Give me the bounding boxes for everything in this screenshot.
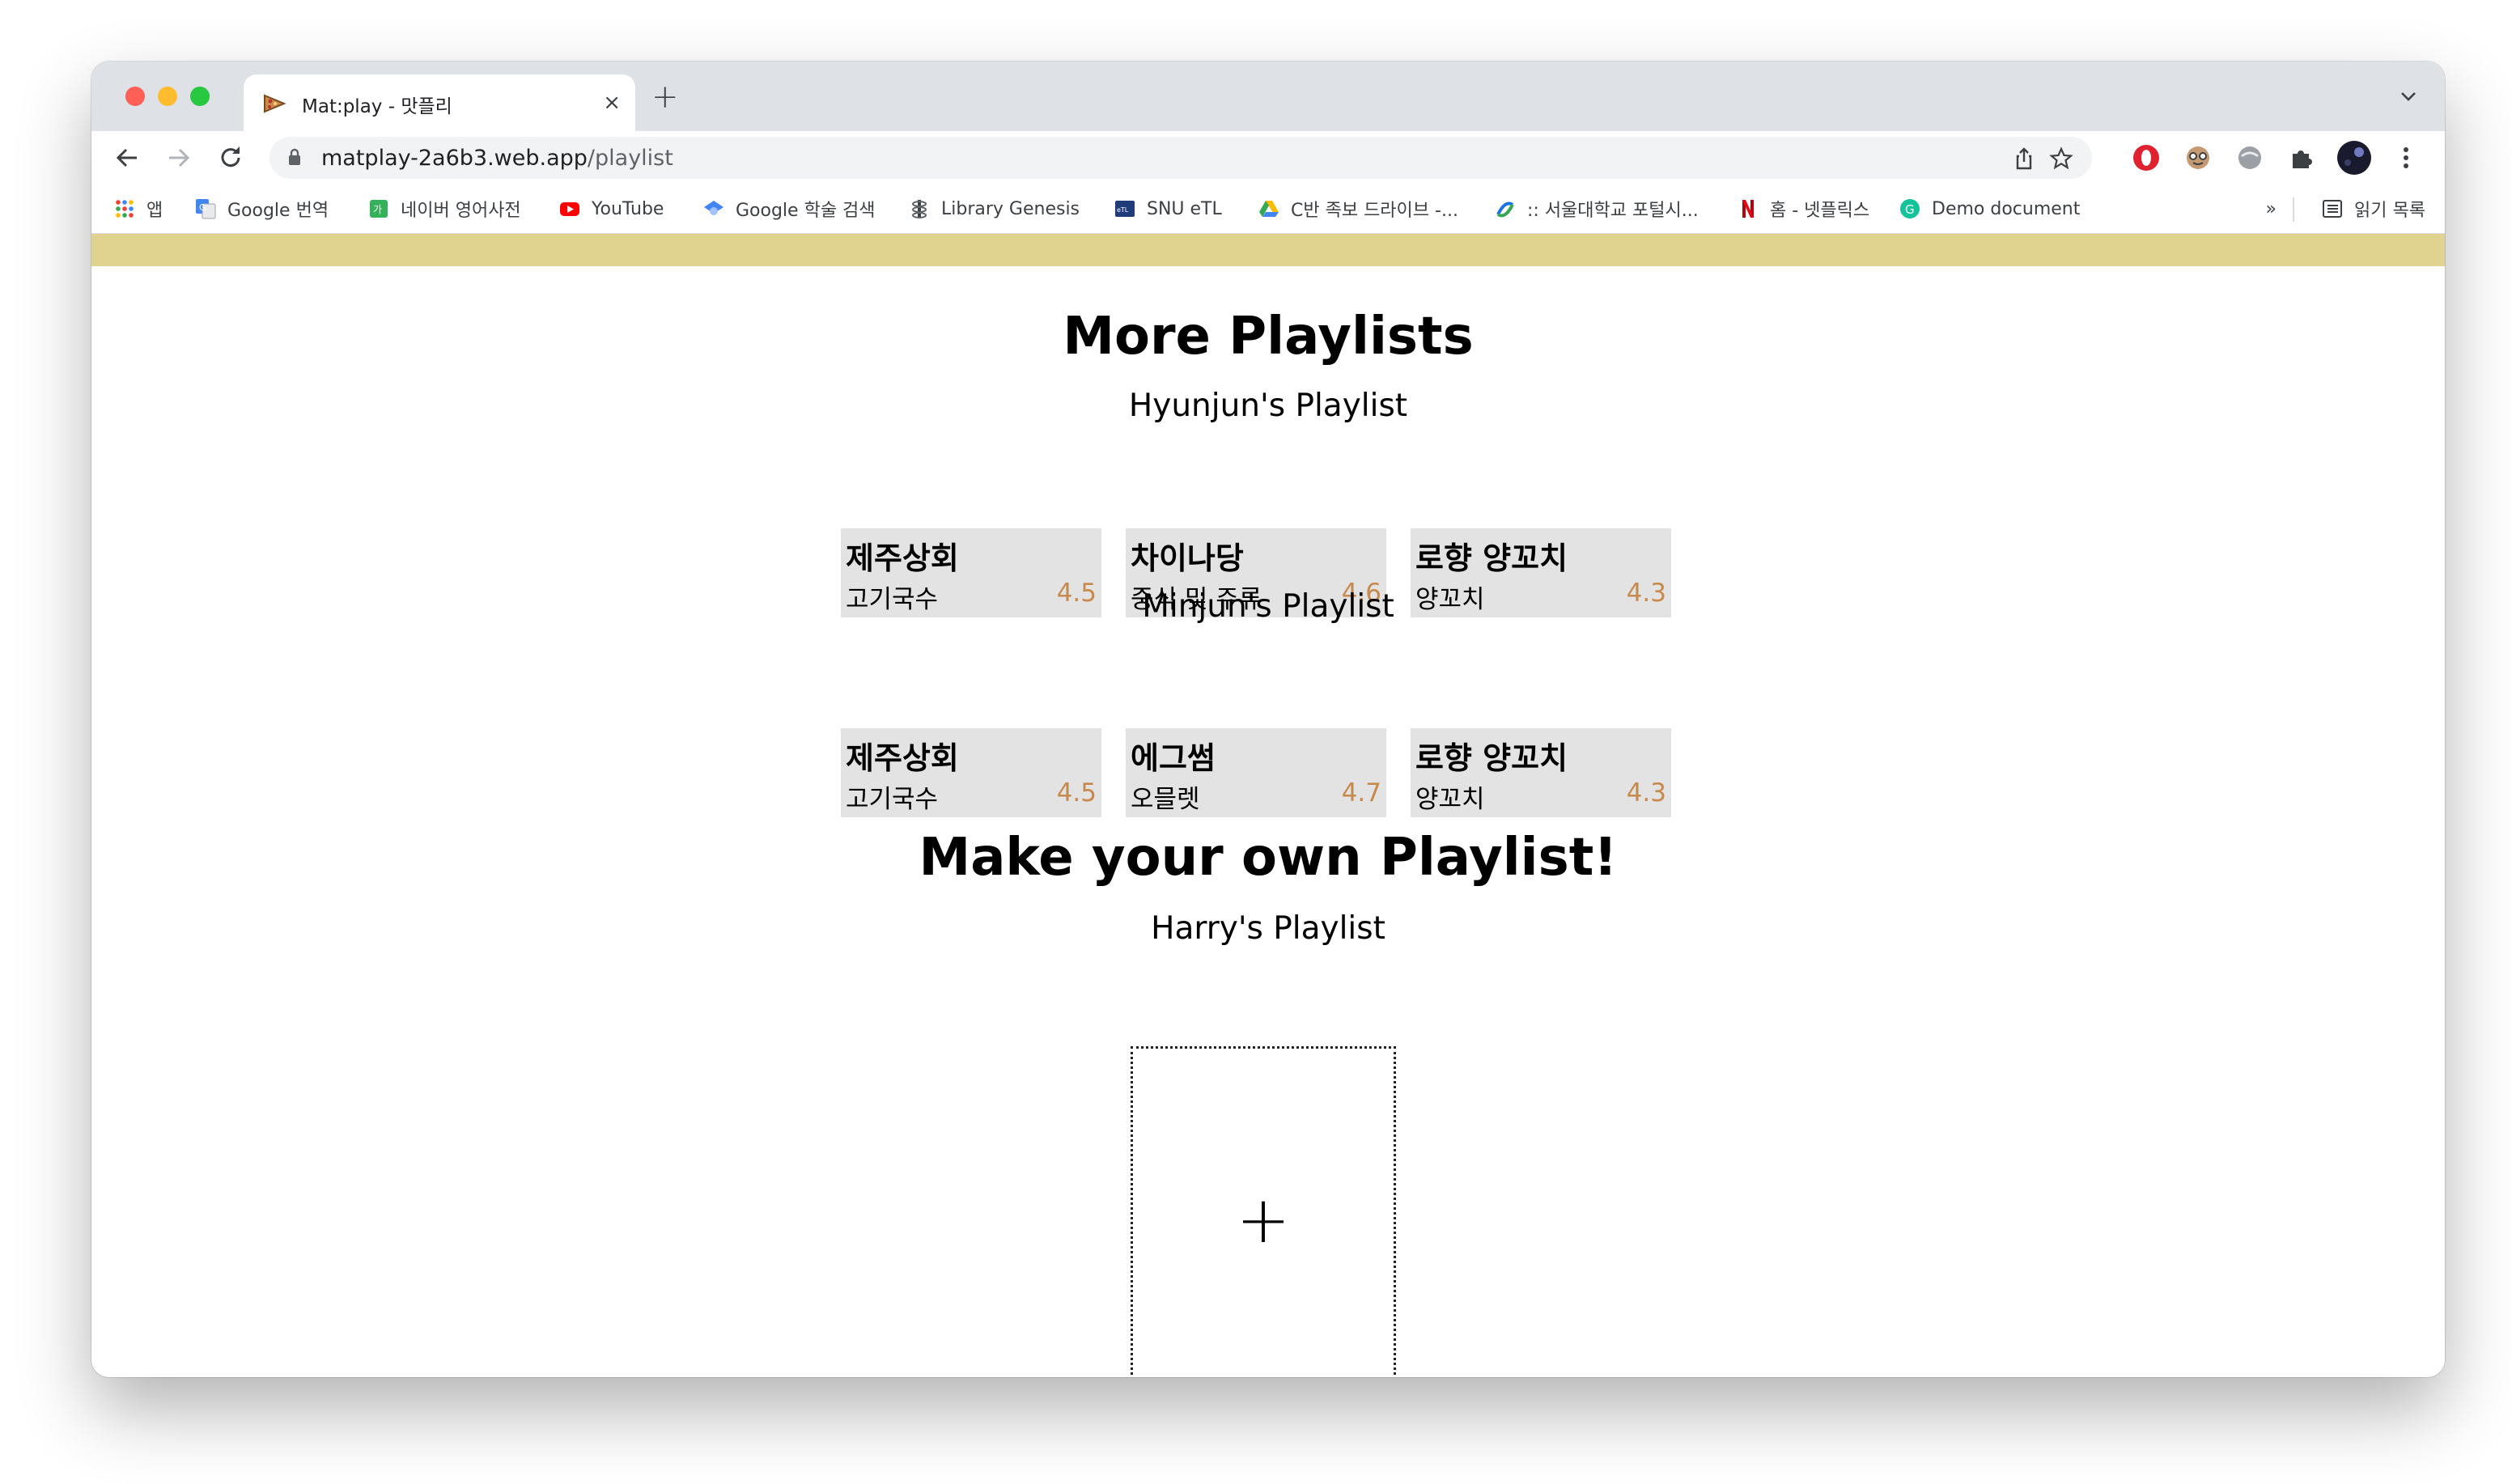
restaurant-rating: 4.5 <box>1056 778 1097 808</box>
restaurant-name: 에그썸 <box>1131 740 1216 776</box>
bookmark-google-translate[interactable]: G Google 번역 <box>195 194 329 223</box>
tab-search-chevron-icon[interactable] <box>2396 84 2421 108</box>
restaurant-name: 로향 양꼬치 <box>1415 740 1568 776</box>
restaurant-rating: 4.7 <box>1341 778 1381 808</box>
share-icon[interactable] <box>2011 146 2037 172</box>
bookmark-snu-etl[interactable]: eTL SNU eTL <box>1114 194 1222 223</box>
url-text[interactable]: matplay-2a6b3.web.app/playlist <box>321 146 673 171</box>
chrome-menu-icon[interactable] <box>2395 142 2417 173</box>
youtube-icon <box>560 202 579 216</box>
bookmark-star-icon[interactable] <box>2048 146 2074 172</box>
browser-window: Mat:play - 맛플리 × + matplay-2a6b3.web.app… <box>91 61 2445 1377</box>
restaurant-card[interactable]: 로향 양꼬치 양꼬치 4.3 <box>1411 728 1671 817</box>
bookmark-apps[interactable]: 앱 <box>114 194 163 223</box>
new-tab-button[interactable]: + <box>651 81 679 113</box>
svg-text:eTL: eTL <box>1117 206 1129 214</box>
reload-icon[interactable] <box>216 143 245 172</box>
restaurant-category: 양꼬치 <box>1415 785 1485 814</box>
bookmark-google-drive[interactable]: C반 족보 드라이브 -... <box>1258 194 1458 223</box>
bookmark-label: Library Genesis <box>941 198 1080 219</box>
naver-dictionary-icon: 가 <box>370 200 388 218</box>
bookmark-label: Google 번역 <box>227 201 329 221</box>
bookmark-label: 앱 <box>146 201 163 221</box>
bookmark-label: YouTube <box>592 198 664 219</box>
bookmark-library-genesis[interactable]: Library Genesis <box>909 194 1080 223</box>
url-host: matplay-2a6b3.web.app <box>321 146 588 171</box>
browser-toolbar: matplay-2a6b3.web.app/playlist <box>91 131 2445 184</box>
bookmark-naver-dictionary[interactable]: 가 네이버 영어사전 <box>368 194 521 223</box>
restaurant-rating: 4.3 <box>1626 778 1666 808</box>
bookmark-label: 홈 - 넷플릭스 <box>1770 201 1870 221</box>
address-bar[interactable]: matplay-2a6b3.web.app/playlist <box>269 137 2092 179</box>
more-playlists-heading: More Playlists <box>1063 307 1474 367</box>
restaurant-card[interactable]: 에그썸 오믈렛 4.7 <box>1126 728 1386 817</box>
bookmark-label: Demo document <box>1932 198 2081 219</box>
top-banner <box>91 234 2445 266</box>
restaurant-category: 고기국수 <box>846 785 939 814</box>
matplay-favicon-icon <box>264 94 286 113</box>
lock-icon[interactable] <box>287 148 302 166</box>
bookmark-google-scholar[interactable]: Google 학술 검색 <box>703 194 876 223</box>
restaurant-card[interactable]: 제주상회 고기국수 4.5 <box>841 728 1101 817</box>
opera-extension-icon[interactable] <box>2131 142 2162 173</box>
plus-icon: + <box>1236 1182 1291 1257</box>
window-maximize-button[interactable] <box>190 87 210 106</box>
bookmark-label: C반 족보 드라이브 -... <box>1291 201 1458 221</box>
face-extension-icon[interactable] <box>2183 142 2213 173</box>
library-genesis-icon <box>912 200 927 218</box>
bookmark-demo-document[interactable]: G Demo document <box>1899 194 2080 223</box>
etl-icon: eTL <box>1115 201 1135 217</box>
grey-extension-icon[interactable] <box>2234 142 2265 173</box>
svg-text:G: G <box>1905 202 1915 217</box>
window-minimize-button[interactable] <box>158 87 177 106</box>
restaurant-name: 제주상회 <box>846 541 959 576</box>
google-scholar-icon <box>704 201 723 215</box>
tab-title: Mat:play - 맛플리 <box>302 96 452 117</box>
restaurant-name: 차이나당 <box>1131 541 1244 576</box>
bookmarks-bar: 앱 G Google 번역 가 네이버 영어사전 YouTube Google … <box>91 184 2445 234</box>
restaurant-name: 로향 양꼬치 <box>1415 541 1568 576</box>
browser-tab-active[interactable]: Mat:play - 맛플리 × <box>244 74 635 131</box>
bookmark-label: Google 학술 검색 <box>736 201 876 221</box>
reading-list-icon <box>2323 200 2343 218</box>
tab-close-icon[interactable]: × <box>603 91 621 115</box>
google-translate-icon: G <box>196 199 216 219</box>
reading-list-button[interactable]: 읽기 목록 <box>2322 194 2425 223</box>
bookmark-label: 네이버 영어사전 <box>401 201 521 221</box>
netflix-icon <box>1742 200 1754 218</box>
own-playlist-title: Harry's Playlist <box>1151 910 1385 947</box>
restaurant-name: 제주상회 <box>846 740 959 776</box>
bookmarks-overflow-button[interactable]: » <box>2266 199 2276 219</box>
restaurant-category: 오믈렛 <box>1131 785 1200 814</box>
puzzle-extensions-icon[interactable] <box>2286 142 2317 173</box>
svg-text:가: 가 <box>373 204 382 215</box>
bookmark-label: SNU eTL <box>1147 198 1222 219</box>
profile-avatar[interactable] <box>2336 140 2372 176</box>
bookmark-label: :: 서울대학교 포털시... <box>1527 201 1699 221</box>
bookmarks-divider <box>2293 197 2294 222</box>
google-drive-icon <box>1259 201 1279 217</box>
make-playlist-heading: Make your own Playlist! <box>919 828 1618 888</box>
snu-portal-icon <box>1496 201 1514 218</box>
playlist-title: Minjun's Playlist <box>1142 588 1394 625</box>
add-restaurant-button[interactable]: + <box>1131 1046 1396 1377</box>
window-close-button[interactable] <box>125 87 145 106</box>
bookmark-snu-portal[interactable]: :: 서울대학교 포털시... <box>1495 194 1699 223</box>
back-arrow-icon[interactable] <box>112 143 142 172</box>
tab-strip: Mat:play - 맛플리 × + <box>91 61 2445 131</box>
forward-arrow-icon[interactable] <box>164 143 193 172</box>
apps-grid-icon <box>116 200 134 218</box>
url-path: /playlist <box>587 146 673 171</box>
bookmark-netflix[interactable]: 홈 - 넷플릭스 <box>1738 194 1869 223</box>
bookmark-youtube[interactable]: YouTube <box>559 194 664 223</box>
playlist-title: Hyunjun's Playlist <box>1128 388 1408 424</box>
svg-text:G: G <box>199 202 206 213</box>
reading-list-label: 읽기 목록 <box>2354 201 2425 221</box>
page-content: More Playlists Hyunjun's Playlist 제주상회 고… <box>91 234 2445 1377</box>
grammarly-icon: G <box>1900 199 1920 218</box>
